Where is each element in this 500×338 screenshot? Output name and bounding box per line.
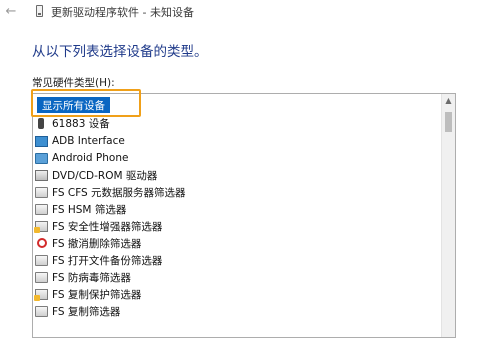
list-item[interactable]: FS 打开文件备份筛选器 bbox=[35, 252, 162, 268]
hardware-type-list[interactable]: 显示所有设备 61883 设备 ADB Interface Android Phone… bbox=[32, 93, 456, 338]
monitor-icon bbox=[35, 135, 48, 147]
usb-icon bbox=[38, 117, 44, 129]
list-item[interactable]: FS 复制筛选器 bbox=[35, 303, 120, 319]
window-title: 更新驱动程序软件 - 未知设备 bbox=[51, 6, 194, 19]
title-bar: ← 更新驱动程序软件 - 未知设备 bbox=[0, 0, 500, 24]
drive-icon bbox=[35, 203, 48, 215]
list-item[interactable]: FS 安全性增强器筛选器 bbox=[34, 218, 163, 234]
list-item-label: FS 撤消删除筛选器 bbox=[52, 237, 142, 250]
list-item[interactable]: FS 撤消删除筛选器 bbox=[35, 235, 141, 251]
list-item[interactable]: FS 复制保护筛选器 bbox=[34, 286, 142, 302]
list-item-label: FS 安全性增强器筛选器 bbox=[52, 220, 163, 233]
list-item-label: FS 打开文件备份筛选器 bbox=[52, 254, 163, 267]
undelete-icon bbox=[37, 238, 47, 248]
list-item[interactable]: Android Phone bbox=[35, 150, 128, 166]
scroll-thumb[interactable] bbox=[445, 112, 452, 132]
list-item-label: 61883 设备 bbox=[52, 117, 110, 130]
list-item-label: FS HSM 筛选器 bbox=[52, 203, 127, 216]
list-item[interactable]: ADB Interface bbox=[35, 133, 125, 149]
dvd-drive-icon bbox=[35, 169, 48, 181]
list-item-label: ADB Interface bbox=[52, 135, 125, 147]
vertical-scrollbar[interactable]: ▲ bbox=[441, 94, 455, 337]
drive-warning-icon bbox=[34, 288, 48, 301]
scroll-up-icon[interactable]: ▲ bbox=[442, 94, 455, 108]
drive-icon bbox=[35, 271, 48, 283]
list-item-label: FS 复制筛选器 bbox=[52, 305, 121, 318]
annotation-highlight-box bbox=[31, 89, 141, 117]
list-item-label: FS 防病毒筛选器 bbox=[52, 271, 131, 284]
list-item[interactable]: 61883 设备 bbox=[35, 115, 110, 131]
list-item-label: FS 复制保护筛选器 bbox=[52, 288, 142, 301]
list-item-label: Android Phone bbox=[52, 152, 129, 164]
device-icon bbox=[36, 5, 43, 17]
list-item-label: FS CFS 元数据服务器筛选器 bbox=[52, 186, 186, 199]
page-heading: 从以下列表选择设备的类型。 bbox=[32, 44, 208, 60]
drive-warning-icon bbox=[34, 220, 48, 233]
drive-icon bbox=[35, 186, 48, 198]
list-item[interactable]: DVD/CD-ROM 驱动器 bbox=[35, 167, 157, 183]
drive-icon bbox=[35, 305, 48, 317]
list-item[interactable]: FS CFS 元数据服务器筛选器 bbox=[35, 184, 186, 200]
hardware-type-label: 常见硬件类型(H): bbox=[32, 77, 115, 89]
phone-icon bbox=[35, 152, 48, 164]
list-item-label: DVD/CD-ROM 驱动器 bbox=[52, 169, 158, 182]
list-item[interactable]: FS 防病毒筛选器 bbox=[35, 269, 131, 285]
back-arrow-icon[interactable]: ← bbox=[2, 3, 20, 21]
list-item[interactable]: FS HSM 筛选器 bbox=[35, 201, 126, 217]
drive-icon bbox=[35, 254, 48, 266]
